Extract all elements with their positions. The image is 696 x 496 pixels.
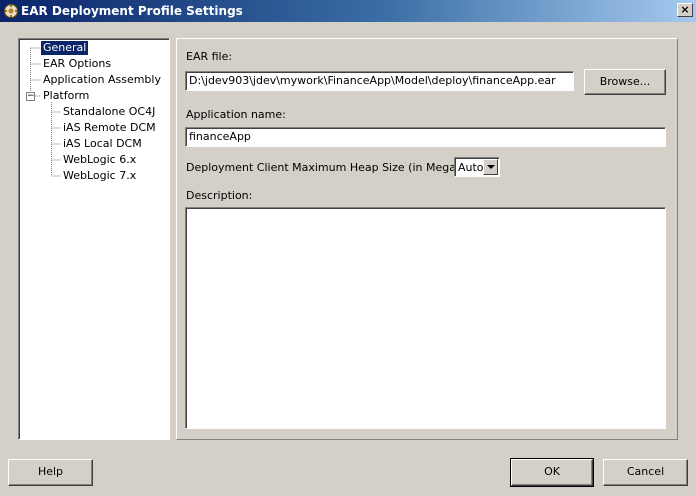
platform-collapse-toggle[interactable]: − bbox=[26, 92, 35, 101]
tree-item-general[interactable]: General bbox=[39, 40, 90, 56]
close-button[interactable]: × bbox=[677, 3, 693, 17]
title-bar[interactable]: EAR Deployment Profile Settings × bbox=[0, 0, 696, 22]
ear-file-label: EAR file: bbox=[186, 50, 233, 63]
description-textarea[interactable] bbox=[185, 207, 666, 429]
tree-item-weblogic-7x[interactable]: WebLogic 7.x bbox=[61, 169, 138, 183]
application-name-label: Application name: bbox=[186, 108, 286, 121]
tree-item-weblogic-6x[interactable]: WebLogic 6.x bbox=[61, 153, 138, 167]
app-icon bbox=[4, 4, 18, 18]
tree-item-ias-remote-dcm[interactable]: iAS Remote DCM bbox=[61, 121, 158, 135]
tree-item-ias-local-dcm[interactable]: iAS Local DCM bbox=[61, 137, 144, 151]
heap-size-select[interactable]: Auto bbox=[454, 157, 500, 177]
heap-size-value: Auto bbox=[458, 161, 484, 174]
tree-item-platform[interactable]: Platform bbox=[41, 89, 91, 103]
help-button[interactable]: Help bbox=[8, 459, 93, 486]
application-name-field[interactable]: financeApp bbox=[185, 127, 666, 147]
cancel-button[interactable]: Cancel bbox=[603, 459, 688, 486]
tree-item-application-assembly[interactable]: Application Assembly bbox=[41, 73, 163, 87]
navigation-tree[interactable]: − General EAR Options Application Assemb… bbox=[18, 38, 170, 440]
ear-file-field[interactable]: D:\jdev903\jdev\mywork\FinanceApp\Model\… bbox=[185, 71, 574, 91]
ok-button[interactable]: OK bbox=[510, 458, 594, 487]
tree-item-standalone-oc4j[interactable]: Standalone OC4J bbox=[61, 105, 157, 119]
tree-item-ear-options[interactable]: EAR Options bbox=[41, 57, 113, 71]
heap-size-label: Deployment Client Maximum Heap Size (in … bbox=[186, 161, 495, 174]
browse-button[interactable]: Browse... bbox=[584, 69, 666, 95]
chevron-down-icon[interactable] bbox=[483, 159, 498, 175]
description-label: Description: bbox=[186, 189, 253, 202]
window-title: EAR Deployment Profile Settings bbox=[21, 4, 243, 18]
